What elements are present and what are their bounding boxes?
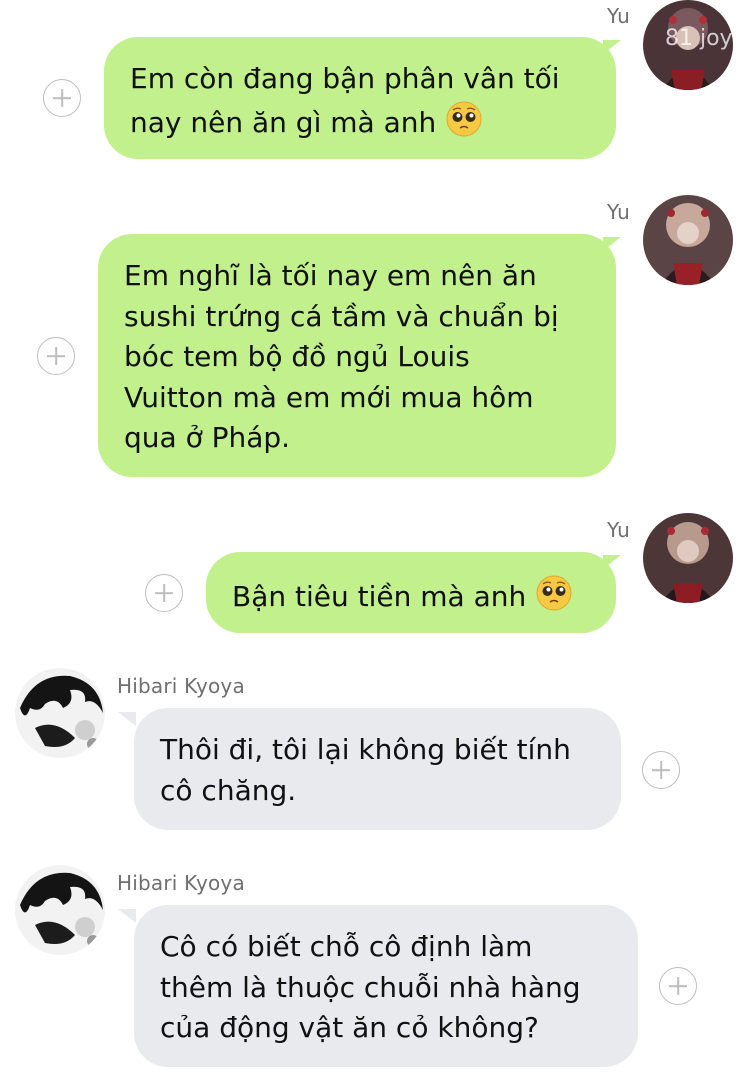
message-line: Em còn đang bận phân vân tối (130, 62, 560, 95)
sender-name: Hibari Kyoya (117, 674, 245, 698)
add-reaction-button[interactable] (43, 79, 81, 117)
avatar-yu[interactable]: 81 joy (643, 0, 733, 90)
bubble-tail (118, 909, 136, 923)
message-line: Em nghĩ là tối nay em nên ăn (124, 259, 537, 292)
message-line: bóc tem bộ đồ ngủ Louis (124, 340, 470, 373)
message-bubble[interactable]: Em nghĩ là tối nay em nên ăn sushi trứng… (98, 234, 616, 477)
watermark: 81 joy (665, 26, 733, 51)
message-bubble[interactable]: Bận tiêu tiền mà anh (206, 552, 616, 633)
pleading-face-icon (446, 101, 482, 136)
message-line: nay nên ăn gì mà anh (130, 100, 592, 144)
message-line: Cô có biết chỗ cô định làm (160, 930, 533, 963)
message-line: cô chăng. (160, 773, 297, 807)
message-line: qua ở Pháp. (124, 421, 291, 454)
sender-name: Hibari Kyoya (117, 871, 245, 895)
avatar-yu[interactable] (643, 195, 733, 285)
add-reaction-button[interactable] (659, 967, 697, 1005)
message-line: của động vật ăn cỏ không? (160, 1011, 539, 1044)
message-line: thêm là thuộc chuỗi nhà hàng (160, 970, 581, 1004)
pleading-face-icon (536, 575, 572, 611)
add-reaction-button[interactable] (642, 751, 680, 789)
sender-name: Yu (607, 518, 630, 542)
message-line: Bận tiêu tiền mà anh (232, 574, 592, 618)
bubble-tail (118, 712, 136, 726)
message-text: nay nên ăn gì mà anh (130, 105, 437, 139)
avatar-yu[interactable] (643, 513, 733, 603)
message-bubble[interactable]: Thôi đi, tôi lại không biết tính cô chăn… (134, 708, 621, 830)
avatar-hibari[interactable] (15, 865, 105, 955)
avatar-hibari[interactable] (15, 668, 105, 758)
message-line: Thôi đi, tôi lại không biết tính (160, 733, 571, 766)
message-line: sushi trứng cá tầm và chuẩn bị (124, 299, 559, 333)
sender-name: Yu (607, 200, 630, 224)
add-reaction-button[interactable] (37, 337, 75, 375)
add-reaction-button[interactable] (145, 574, 183, 612)
sender-name: Yu (607, 4, 630, 28)
message-text: Bận tiêu tiền mà anh (232, 580, 527, 613)
message-bubble[interactable]: Cô có biết chỗ cô định làm thêm là thuộc… (134, 905, 638, 1067)
message-bubble[interactable]: Em còn đang bận phân vân tối nay nên ăn … (104, 37, 616, 159)
message-line: Vuitton mà em mới mua hôm (124, 380, 534, 414)
